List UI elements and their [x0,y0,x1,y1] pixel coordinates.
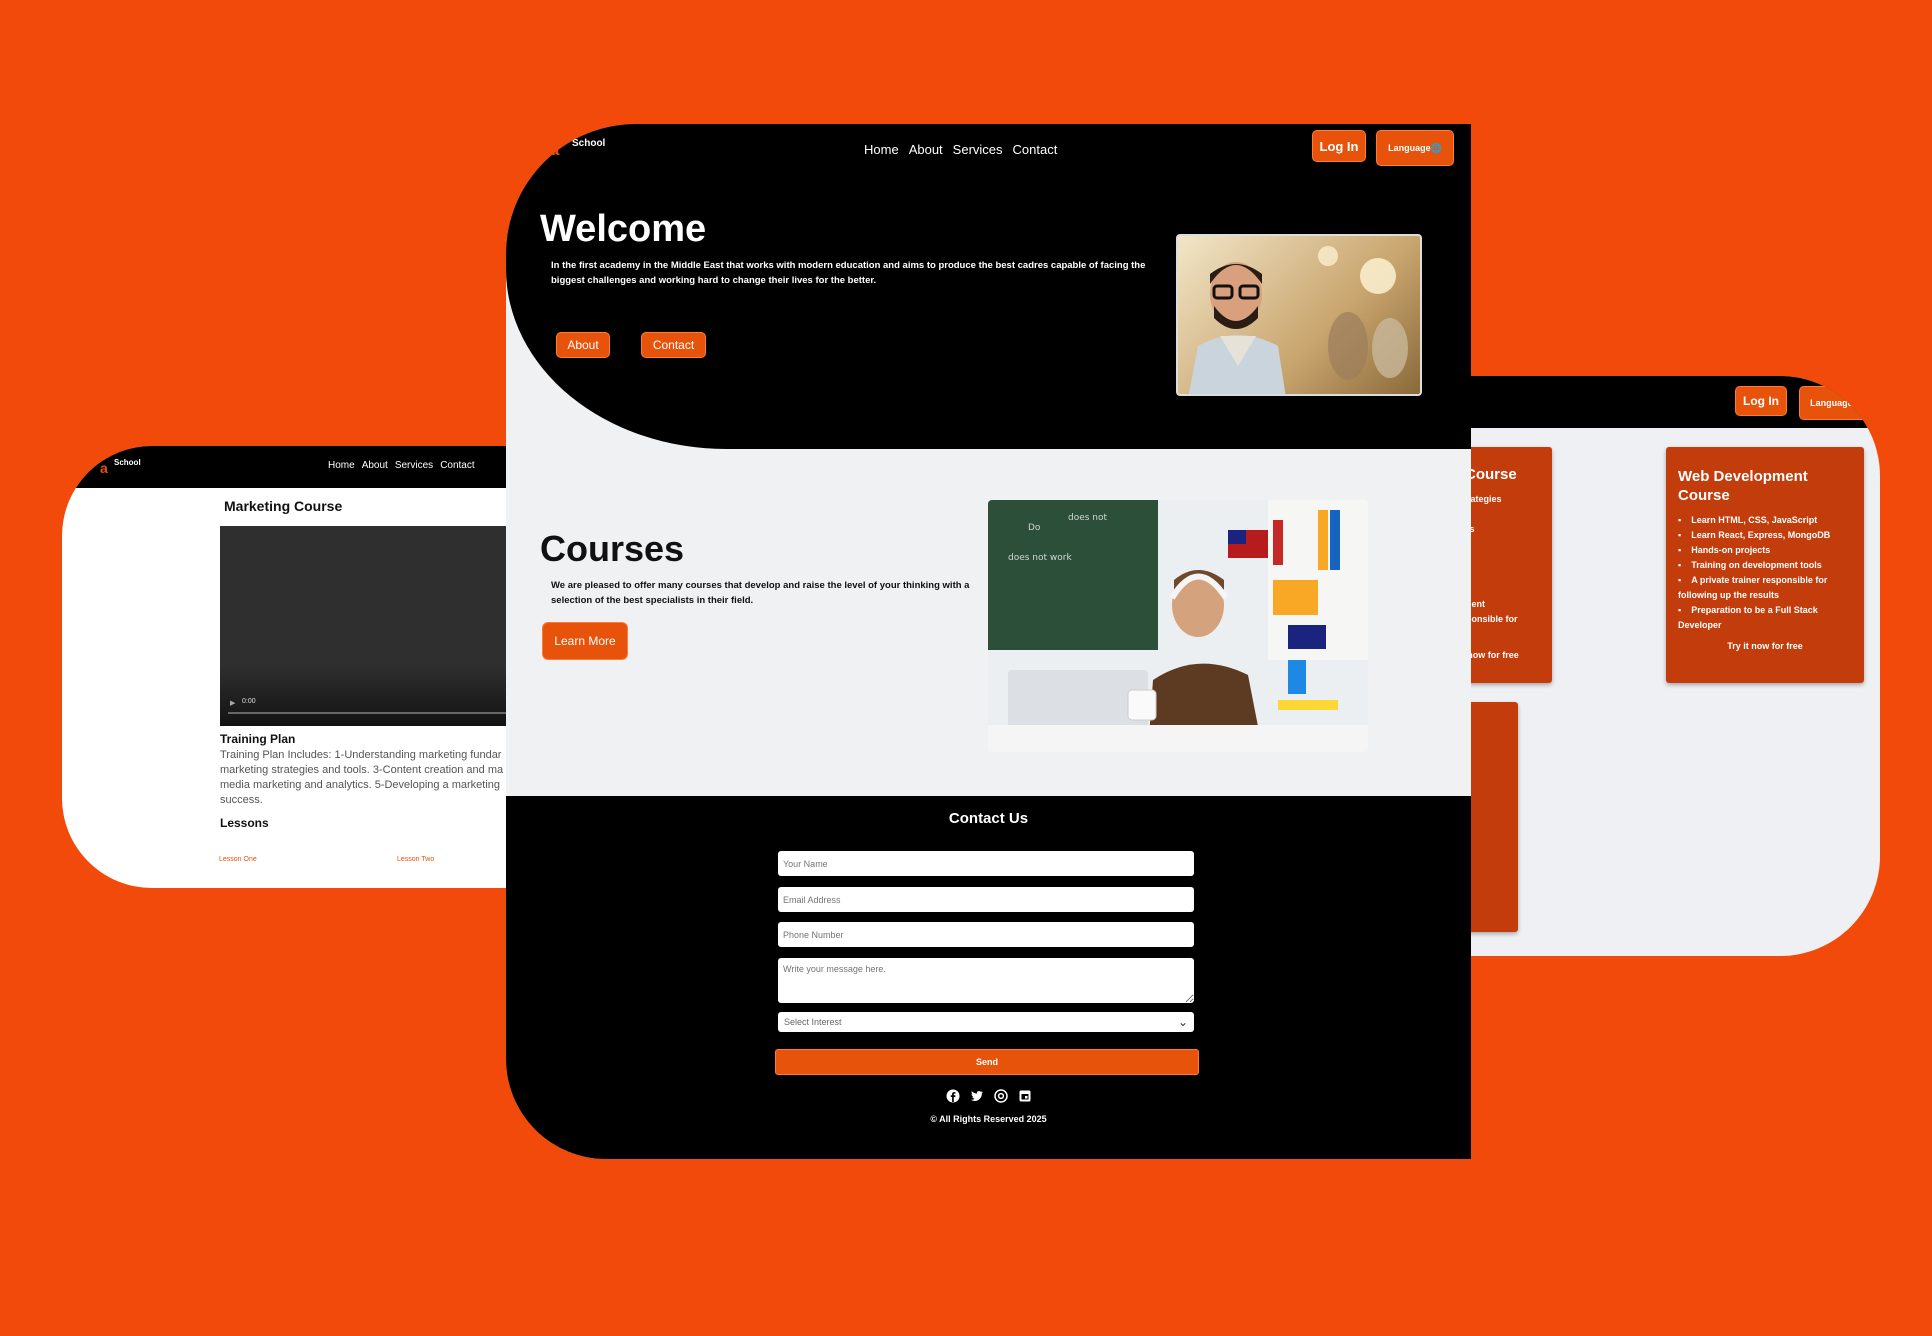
logo-word[interactable]: School [572,138,605,149]
login-button[interactable]: Log In [1735,386,1787,416]
hero-title: Welcome [540,208,707,250]
nav-home[interactable]: Home [864,142,899,157]
contact-title: Contact Us [948,810,1029,827]
language-button[interactable]: Language 🌐 [1799,386,1875,420]
message-textarea[interactable] [778,958,1194,1003]
navbar: a School Home About Services Contact [62,446,532,488]
feature-item: Preparation to be a Full Stack Developer [1678,603,1852,633]
nav-services[interactable]: Services [953,142,1003,157]
hero-description: In the first academy in the Middle East … [551,260,1146,286]
nav-about[interactable]: About [362,460,388,471]
hero-section: nsa School Home About Services Contact L… [506,124,1471,449]
course-title: Marketing Course [224,498,343,514]
language-label: Language [1810,398,1853,408]
nav-contact[interactable]: Contact [1013,142,1058,157]
logo-word[interactable]: School [114,458,141,467]
teacher-desk-photo: Do does not does not work [988,500,1368,752]
facebook-icon[interactable] [946,1089,960,1103]
logo-accent[interactable]: nsa [530,140,559,160]
home-page-screenshot: nsa School Home About Services Contact L… [506,124,1471,1159]
nav-about[interactable]: About [909,142,943,157]
nav-links: Home About Services Contact [864,142,1057,157]
play-icon[interactable]: ▶ [230,699,235,707]
phone-input[interactable] [778,922,1194,947]
social-links [506,1089,1471,1103]
send-button[interactable]: Send [775,1049,1199,1075]
lesson-link-two[interactable]: Lesson Two [397,856,434,863]
interest-select[interactable]: Select Interest ⌄ [778,1012,1194,1032]
video-progress-bar[interactable] [228,712,532,714]
video-time: 0:00 [242,698,256,705]
courses-description: We are pleased to offer many courses tha… [551,580,970,606]
contact-button[interactable]: Contact [641,332,706,358]
login-button[interactable]: Log In [1312,130,1366,162]
instagram-icon[interactable] [993,1089,1008,1103]
course-card-web-development: Web Development Course Learn HTML, CSS, … [1666,447,1864,683]
globe-icon: 🌐 [1430,142,1442,153]
svg-text:does not: does not [1068,513,1108,523]
feature-item: Learn React, Express, MongoDB [1678,528,1852,543]
feature-item: Training on development tools [1678,558,1852,573]
feature-item: A private trainer responsible for follow… [1678,573,1852,603]
calendar-icon[interactable] [1018,1089,1032,1103]
nav-home[interactable]: Home [328,460,355,471]
globe-icon: 🌐 [1852,397,1864,408]
feature-item: Hands-on projects [1678,543,1852,558]
logo-accent[interactable]: a [100,460,108,476]
about-button[interactable]: About [556,332,610,358]
card-title: Web Development Course [1678,468,1808,504]
interest-select-value: Select Interest [784,1017,842,1027]
try-free-link[interactable]: Try it now for free [1678,641,1852,651]
nav-contact[interactable]: Contact [440,460,474,471]
video-player[interactable]: ▶ 0:00 [220,526,532,726]
nav-services[interactable]: Services [395,460,433,471]
twitter-icon[interactable] [970,1089,984,1103]
lesson-link-one[interactable]: Lesson One [219,856,257,863]
copyright: © All Rights Reserved 2025 [930,1114,1047,1124]
navbar: act Log In Language 🌐 [1400,376,1880,428]
card-feature-list: Learn HTML, CSS, JavaScript Learn React,… [1678,513,1852,633]
svg-text:Do: Do [1028,523,1041,533]
training-plan-title: Training Plan [220,732,296,746]
training-plan-text: Training Plan Includes: 1-Understanding … [220,749,504,806]
chevron-down-icon: ⌄ [1177,1015,1188,1029]
language-label: Language [1388,143,1431,153]
lessons-title: Lessons [220,816,269,830]
svg-text:does not work: does not work [1008,553,1072,563]
email-input[interactable] [778,887,1194,912]
language-button[interactable]: Language 🌐 [1376,130,1454,166]
nav-links: Home About Services Contact [328,460,475,471]
learn-more-button[interactable]: Learn More [542,622,628,660]
name-input[interactable] [778,851,1194,876]
teacher-photo [1176,234,1422,396]
course-detail-screenshot: a School Home About Services Contact Mar… [62,446,532,888]
courses-list-screenshot: act Log In Language 🌐 Marketing Course i… [1400,376,1880,956]
feature-item: Learn HTML, CSS, JavaScript [1678,513,1852,528]
courses-title: Courses [540,528,685,569]
